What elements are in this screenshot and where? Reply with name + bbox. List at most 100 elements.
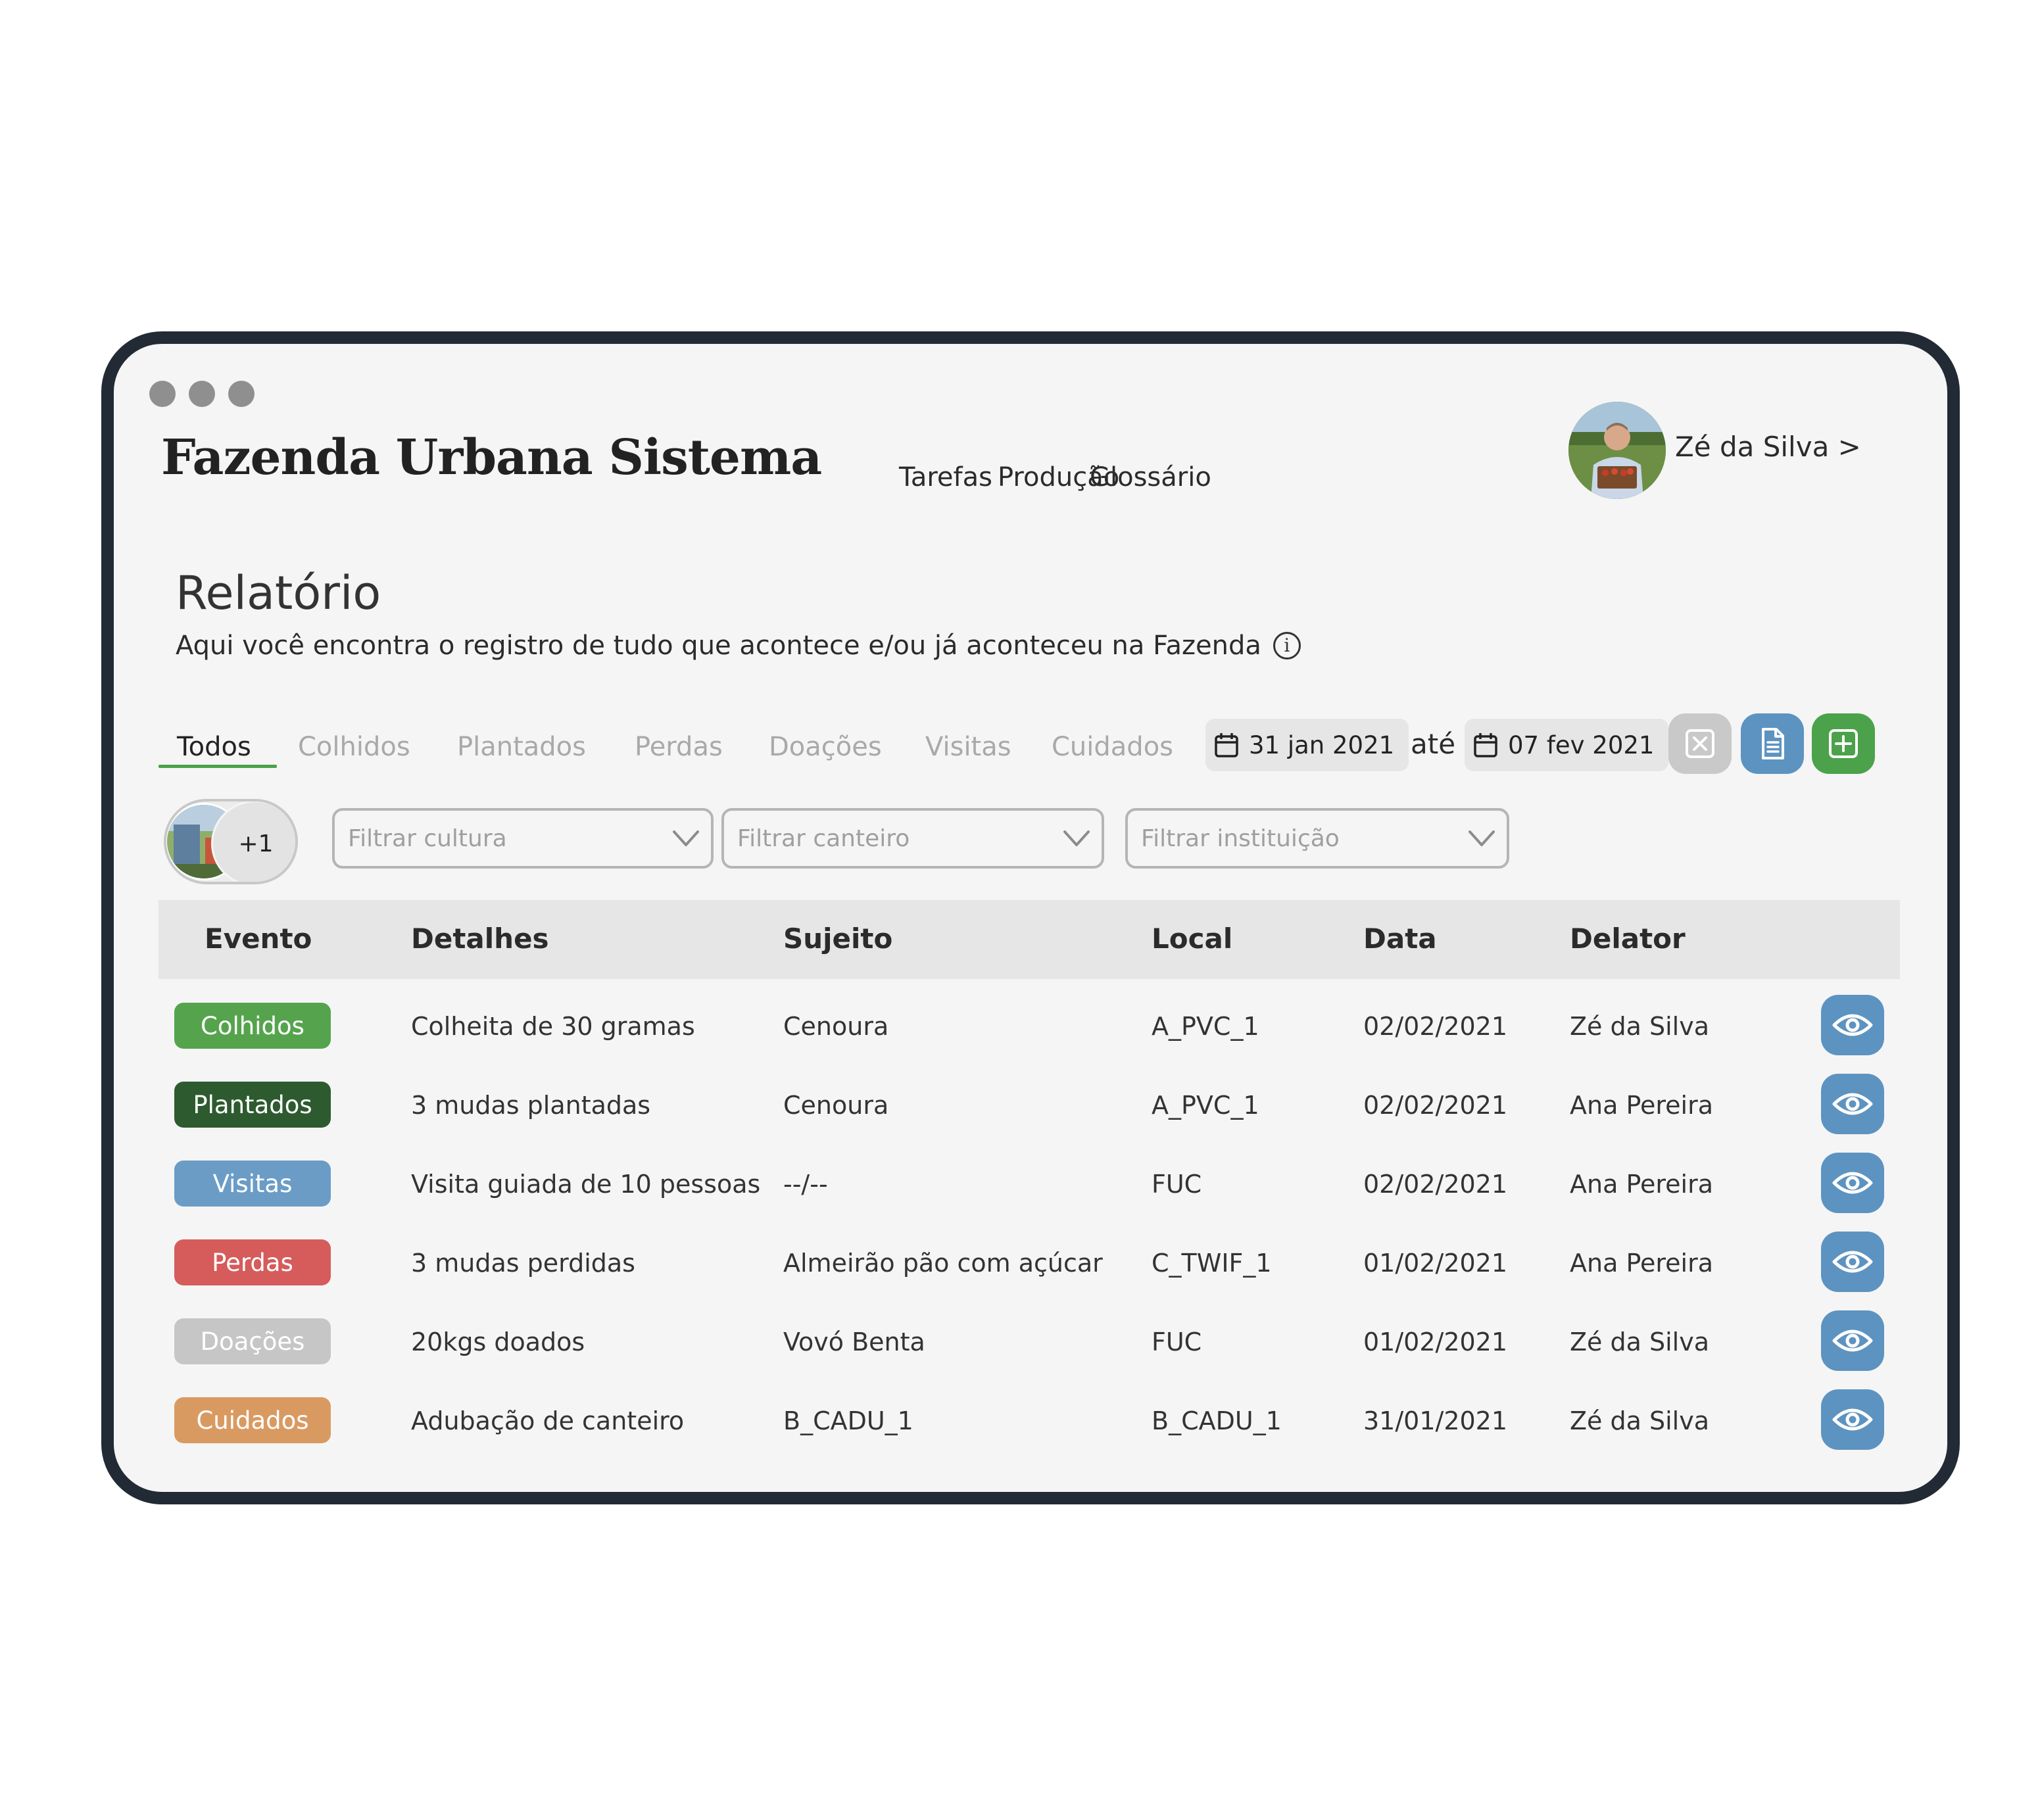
cell-location: FUC: [1152, 1170, 1202, 1199]
cell-date: 02/02/2021: [1363, 1170, 1508, 1199]
add-record-button[interactable]: [1812, 713, 1875, 774]
window-dot-close[interactable]: [149, 381, 176, 407]
cell-subject: Almeirão pão com açúcar: [783, 1249, 1103, 1278]
eye-icon: [1832, 1093, 1873, 1115]
nav-glossario[interactable]: Glossário: [1090, 462, 1211, 492]
cell-subject: Vovó Benta: [783, 1328, 925, 1356]
extra-photos-count: +1: [211, 802, 295, 882]
cell-date: 01/02/2021: [1363, 1328, 1508, 1356]
cell-date: 01/02/2021: [1363, 1249, 1508, 1278]
cell-details: 3 mudas plantadas: [411, 1091, 651, 1120]
view-details-button[interactable]: [1821, 995, 1884, 1055]
column-header-delator: Delator: [1570, 922, 1686, 955]
plus-square-icon: [1829, 729, 1858, 758]
cell-date: 02/02/2021: [1363, 1012, 1508, 1041]
chevron-down-icon: [673, 830, 699, 846]
column-header-data: Data: [1363, 922, 1437, 955]
view-details-button[interactable]: [1821, 1153, 1884, 1213]
chevron-down-icon: [1469, 830, 1495, 846]
culture-filter-placeholder: Filtrar cultura: [348, 825, 507, 852]
table-row: Plantados 3 mudas plantadas Cenoura A_PV…: [114, 1063, 1947, 1142]
calendar-icon: [1215, 733, 1238, 757]
eye-icon: [1832, 1408, 1873, 1431]
view-details-button[interactable]: [1821, 1310, 1884, 1371]
clear-filters-button[interactable]: [1668, 713, 1732, 774]
chevron-down-icon: [1063, 830, 1090, 846]
cell-reporter: Zé da Silva: [1570, 1406, 1709, 1435]
table-row: Visitas Visita guiada de 10 pessoas --/-…: [114, 1142, 1947, 1221]
view-details-button[interactable]: [1821, 1074, 1884, 1134]
event-badge: Colhidos: [174, 1003, 331, 1049]
cell-reporter: Ana Pereira: [1570, 1091, 1714, 1120]
page-title: Relatório: [176, 566, 381, 620]
end-date-picker[interactable]: 07 fev 2021: [1465, 719, 1669, 771]
cell-date: 31/01/2021: [1363, 1406, 1508, 1435]
column-header-detalhes: Detalhes: [411, 922, 549, 955]
tab-perdas[interactable]: Perdas: [635, 732, 723, 762]
column-header-evento: Evento: [205, 922, 312, 955]
info-icon[interactable]: i: [1273, 632, 1301, 659]
cell-details: 20kgs doados: [411, 1328, 585, 1356]
user-avatar[interactable]: [1568, 402, 1666, 499]
end-date-value: 07 fev 2021: [1508, 730, 1655, 759]
event-badge: Plantados: [174, 1082, 331, 1128]
event-badge: Visitas: [174, 1161, 331, 1207]
institution-filter-placeholder: Filtrar instituição: [1141, 825, 1340, 852]
user-menu[interactable]: Zé da Silva >: [1675, 431, 1861, 463]
view-details-button[interactable]: [1821, 1232, 1884, 1292]
active-tab-indicator: [158, 765, 277, 768]
cell-reporter: Ana Pereira: [1570, 1170, 1714, 1199]
event-badge: Doações: [174, 1318, 331, 1364]
cell-subject: B_CADU_1: [783, 1406, 913, 1435]
event-badge: Perdas: [174, 1239, 331, 1285]
cell-reporter: Zé da Silva: [1570, 1012, 1709, 1041]
cell-location: A_PVC_1: [1152, 1012, 1259, 1041]
eye-icon: [1832, 1329, 1873, 1352]
cell-date: 02/02/2021: [1363, 1091, 1508, 1120]
culture-filter-select[interactable]: Filtrar cultura: [332, 808, 714, 869]
cell-location: FUC: [1152, 1328, 1202, 1356]
nav-tarefas[interactable]: Tarefas: [899, 462, 992, 492]
cell-details: 3 mudas perdidas: [411, 1249, 635, 1278]
export-report-button[interactable]: [1741, 713, 1804, 774]
cell-reporter: Zé da Silva: [1570, 1328, 1709, 1356]
table-row: Perdas 3 mudas perdidas Almeirão pão com…: [114, 1221, 1947, 1300]
app-title: Fazenda Urbana Sistema: [161, 429, 822, 486]
cell-subject: Cenoura: [783, 1091, 889, 1120]
cell-details: Adubação de canteiro: [411, 1406, 685, 1435]
bed-filter-placeholder: Filtrar canteiro: [737, 825, 910, 852]
photo-stack[interactable]: +1: [164, 799, 298, 884]
event-badge: Cuidados: [174, 1397, 331, 1443]
tab-colhidos[interactable]: Colhidos: [298, 732, 410, 762]
date-range-separator: até: [1411, 728, 1456, 760]
cell-subject: Cenoura: [783, 1012, 889, 1041]
calendar-icon: [1474, 733, 1497, 757]
eye-icon: [1832, 1014, 1873, 1036]
institution-filter-select[interactable]: Filtrar instituição: [1125, 808, 1509, 869]
bed-filter-select[interactable]: Filtrar canteiro: [721, 808, 1104, 869]
tab-todos[interactable]: Todos: [177, 732, 251, 762]
start-date-picker[interactable]: 31 jan 2021: [1205, 719, 1409, 771]
cell-location: C_TWIF_1: [1152, 1249, 1272, 1278]
document-icon: [1762, 728, 1784, 759]
table-row: Cuidados Adubação de canteiro B_CADU_1 B…: [114, 1379, 1947, 1458]
cell-reporter: Ana Pereira: [1570, 1249, 1714, 1278]
column-header-local: Local: [1152, 922, 1233, 955]
window-dot-maximize[interactable]: [228, 381, 255, 407]
tab-cuidados[interactable]: Cuidados: [1052, 732, 1173, 762]
window-controls: [149, 381, 255, 407]
cell-location: B_CADU_1: [1152, 1406, 1282, 1435]
page-subtitle-text: Aqui você encontra o registro de tudo qu…: [176, 631, 1261, 661]
tab-visitas[interactable]: Visitas: [925, 732, 1011, 762]
start-date-value: 31 jan 2021: [1249, 730, 1395, 759]
table-row: Colhidos Colheita de 30 gramas Cenoura A…: [114, 984, 1947, 1063]
tab-doacoes[interactable]: Doações: [769, 732, 882, 762]
column-header-sujeito: Sujeito: [783, 922, 893, 955]
view-details-button[interactable]: [1821, 1389, 1884, 1450]
page-subtitle: Aqui você encontra o registro de tudo qu…: [176, 631, 1301, 661]
tab-plantados[interactable]: Plantados: [457, 732, 586, 762]
cell-details: Colheita de 30 gramas: [411, 1012, 695, 1041]
window-dot-minimize[interactable]: [189, 381, 215, 407]
close-square-icon: [1686, 729, 1714, 758]
cell-subject: --/--: [783, 1170, 828, 1199]
